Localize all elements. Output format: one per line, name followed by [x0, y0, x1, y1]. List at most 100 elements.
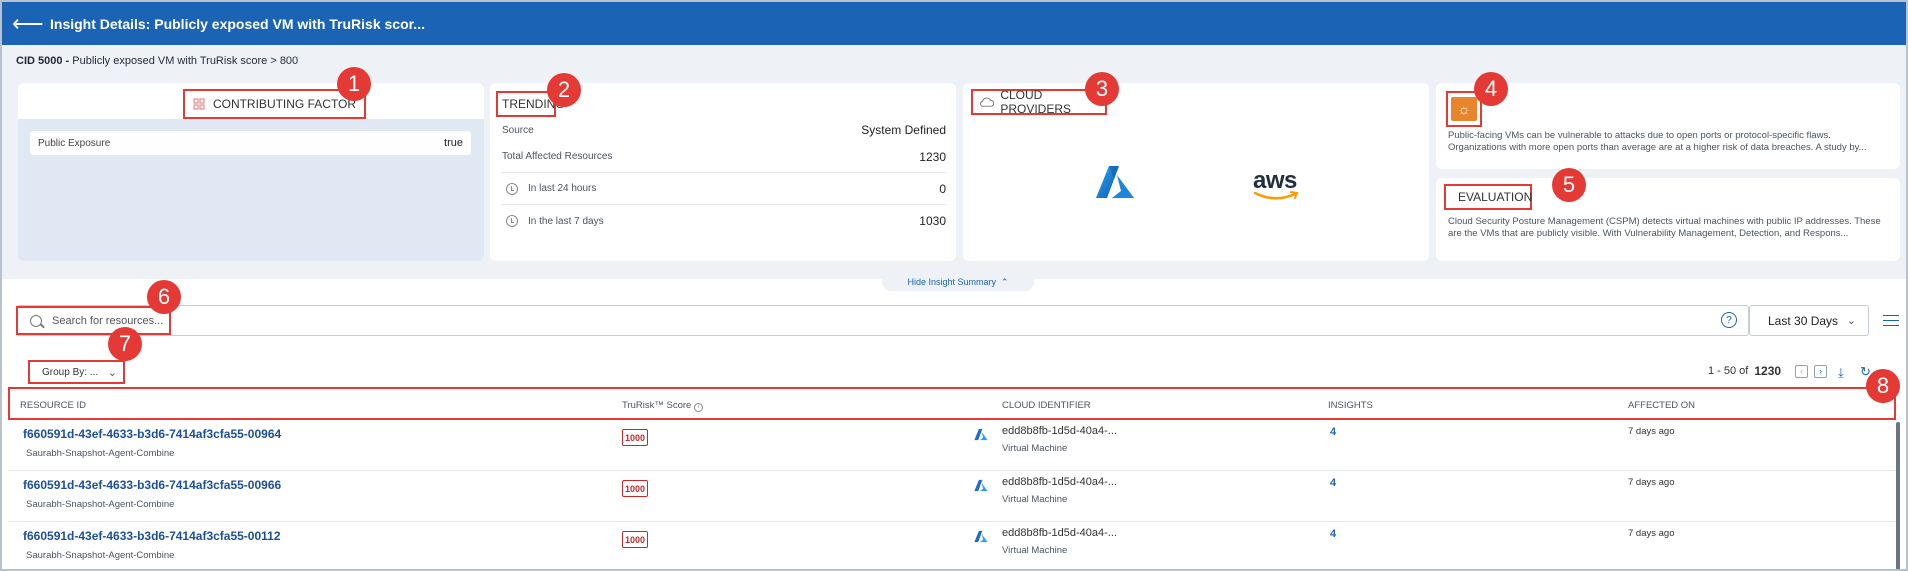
cloud-icon [980, 97, 995, 107]
date-range-value: Last 30 Days [1768, 313, 1839, 328]
back-arrow-icon[interactable]: ⟵ [12, 12, 44, 35]
trend-label-wrap: In the last 7 days [502, 215, 604, 227]
trend-value: 0 [939, 181, 946, 196]
resource-id-link[interactable]: f660591d-43ef-4633-b3d6-7414af3cfa55-009… [23, 478, 281, 492]
annotation-badge-3: 3 [1085, 72, 1119, 106]
trurisk-header-label: TruRisk™ Score [622, 400, 692, 411]
contributing-factor-row: Public Exposure true [30, 131, 471, 155]
next-page-button[interactable]: › [1814, 364, 1828, 378]
azure-logo-icon [1096, 166, 1134, 198]
column-header-trurisk[interactable]: TruRisk™ Score i [622, 400, 704, 412]
column-header-affected-on[interactable]: AFFECTED ON [1628, 400, 1695, 411]
cloud-identifier: edd8b8fb-1d5d-40a4-... [1002, 527, 1117, 539]
clock-icon [506, 215, 518, 227]
annotation-badge-8: 8 [1866, 369, 1900, 403]
aws-logo-icon: aws [1253, 167, 1301, 201]
search-input[interactable] [52, 312, 172, 330]
prev-page-button[interactable]: ‹ [1795, 364, 1809, 378]
group-by-select[interactable]: Group By: ... ⌄ [28, 360, 125, 384]
trending-card: TRENDING Source System Defined Total Aff… [490, 83, 956, 261]
cid-label: CID 5000 - [16, 55, 70, 67]
table-row: f660591d-43ef-4633-b3d6-7414af3cfa55-009… [8, 471, 1896, 522]
trend-label: Total Affected Resources [502, 151, 613, 162]
lightbulb-icon: ☼ [1451, 97, 1477, 121]
trend-label: In last 24 hours [528, 183, 597, 194]
cloud-providers-label: CLOUD PROVIDERS [1000, 88, 1071, 116]
azure-logo-icon [974, 428, 988, 441]
trend-value: 1030 [919, 214, 946, 228]
aws-logo-text: aws [1253, 167, 1297, 194]
cloud-resource-type: Virtual Machine [1002, 494, 1068, 505]
annotation-badge-6: 6 [147, 280, 181, 314]
chevron-down-icon: ⌄ [107, 366, 117, 379]
column-header-resource-id[interactable]: RESOURCE ID [20, 400, 86, 411]
cid-text: Publicly exposed VM with TruRisk score >… [72, 55, 299, 67]
trend-row-total: Total Affected Resources 1230 [502, 141, 946, 173]
trend-value: 1230 [919, 149, 946, 164]
group-by-label: Group By: ... [42, 366, 99, 378]
trend-value: System Defined [861, 123, 946, 137]
trurisk-score-badge: 1000 [622, 480, 648, 497]
insight-description: Public-facing VMs can be vulnerable to a… [1448, 130, 1867, 153]
insights-count-link[interactable]: 4 [1330, 477, 1336, 489]
trurisk-score-badge: 1000 [622, 531, 648, 548]
column-header-insights[interactable]: INSIGHTS [1328, 400, 1373, 411]
trend-row-source: Source System Defined [502, 119, 946, 141]
trend-label: Source [502, 124, 534, 136]
insights-count-link[interactable]: 4 [1330, 426, 1336, 438]
cloud-resource-type: Virtual Machine [1002, 443, 1068, 454]
date-range-select[interactable]: Last 30 Days ⌄ [1749, 305, 1869, 336]
contributing-factor-title: CONTRIBUTING FACTOR [183, 89, 366, 119]
table-row: f660591d-43ef-4633-b3d6-7414af3cfa55-009… [8, 420, 1896, 471]
search-bar [16, 305, 1749, 336]
annotation-badge-1: 1 [337, 67, 371, 101]
download-icon[interactable]: ⤓ [1838, 365, 1844, 381]
resource-id-link[interactable]: f660591d-43ef-4633-b3d6-7414af3cfa55-001… [23, 529, 281, 543]
top-bar: ⟵ Insight Details: Publicly exposed VM w… [2, 2, 1906, 45]
affected-on: 7 days ago [1628, 426, 1675, 437]
trend-row-7d: In the last 7 days 1030 [502, 205, 946, 237]
pager-total: 1230 [1754, 364, 1782, 378]
clock-icon [506, 182, 518, 195]
grid-icon [193, 98, 205, 110]
annotation-badge-4: 4 [1474, 72, 1508, 106]
table-header: RESOURCE ID TruRisk™ Score i CLOUD IDENTI… [8, 387, 1896, 420]
factor-value: true [444, 137, 463, 149]
table-scrollbar[interactable] [1896, 422, 1900, 569]
search-icon [30, 315, 42, 327]
cloud-resource-type: Virtual Machine [1002, 545, 1068, 556]
menu-icon[interactable] [1883, 315, 1899, 326]
cloud-providers-card: CLOUD PROVIDERS aws [963, 83, 1429, 261]
resource-subtitle: Saurabh-Snapshot-Agent-Combine [26, 550, 175, 561]
pager-range: 1 - 50 of [1708, 365, 1749, 377]
evaluation-description: Cloud Security Posture Management (CSPM)… [1448, 216, 1881, 239]
app-frame: ⟵ Insight Details: Publicly exposed VM w… [0, 0, 1908, 571]
evaluation-card: EVALUATION Cloud Security Posture Manage… [1436, 178, 1900, 261]
resource-subtitle: Saurabh-Snapshot-Agent-Combine [26, 448, 175, 459]
table-row: f660591d-43ef-4633-b3d6-7414af3cfa55-001… [8, 522, 1896, 569]
pagination: 1 - 50 of 1230 ‹ › [1708, 364, 1828, 378]
azure-logo-icon [974, 479, 988, 492]
insights-count-link[interactable]: 4 [1330, 528, 1336, 540]
trend-label: In the last 7 days [528, 215, 604, 227]
cloud-identifier: edd8b8fb-1d5d-40a4-... [1002, 425, 1117, 437]
evaluation-title: EVALUATION [1444, 184, 1532, 210]
page-title: Insight Details: Publicly exposed VM wit… [50, 15, 425, 32]
help-icon[interactable]: ? [1721, 312, 1737, 328]
info-icon: i [694, 403, 704, 412]
resource-id-link[interactable]: f660591d-43ef-4633-b3d6-7414af3cfa55-009… [23, 427, 281, 441]
column-header-cloud-identifier[interactable]: CLOUD IDENTIFIER [1002, 400, 1091, 411]
annotation-badge-5: 5 [1552, 168, 1586, 202]
affected-on: 7 days ago [1628, 528, 1675, 539]
contributing-factor-card: CONTRIBUTING FACTOR Public Exposure true [18, 83, 484, 261]
hide-insight-summary-button[interactable]: Hide Insight Summary ⌃ [882, 273, 1034, 291]
hide-summary-label: Hide Insight Summary [907, 277, 996, 287]
affected-on: 7 days ago [1628, 477, 1675, 488]
cid-line: CID 5000 - Publicly exposed VM with TruR… [16, 55, 298, 67]
factor-label: Public Exposure [38, 137, 111, 149]
resource-subtitle: Saurabh-Snapshot-Agent-Combine [26, 499, 175, 510]
contributing-factor-label: CONTRIBUTING FACTOR [212, 97, 357, 111]
cloud-identifier: edd8b8fb-1d5d-40a4-... [1002, 476, 1117, 488]
evaluation-label: EVALUATION [1458, 190, 1533, 204]
annotation-badge-2: 2 [547, 73, 581, 107]
